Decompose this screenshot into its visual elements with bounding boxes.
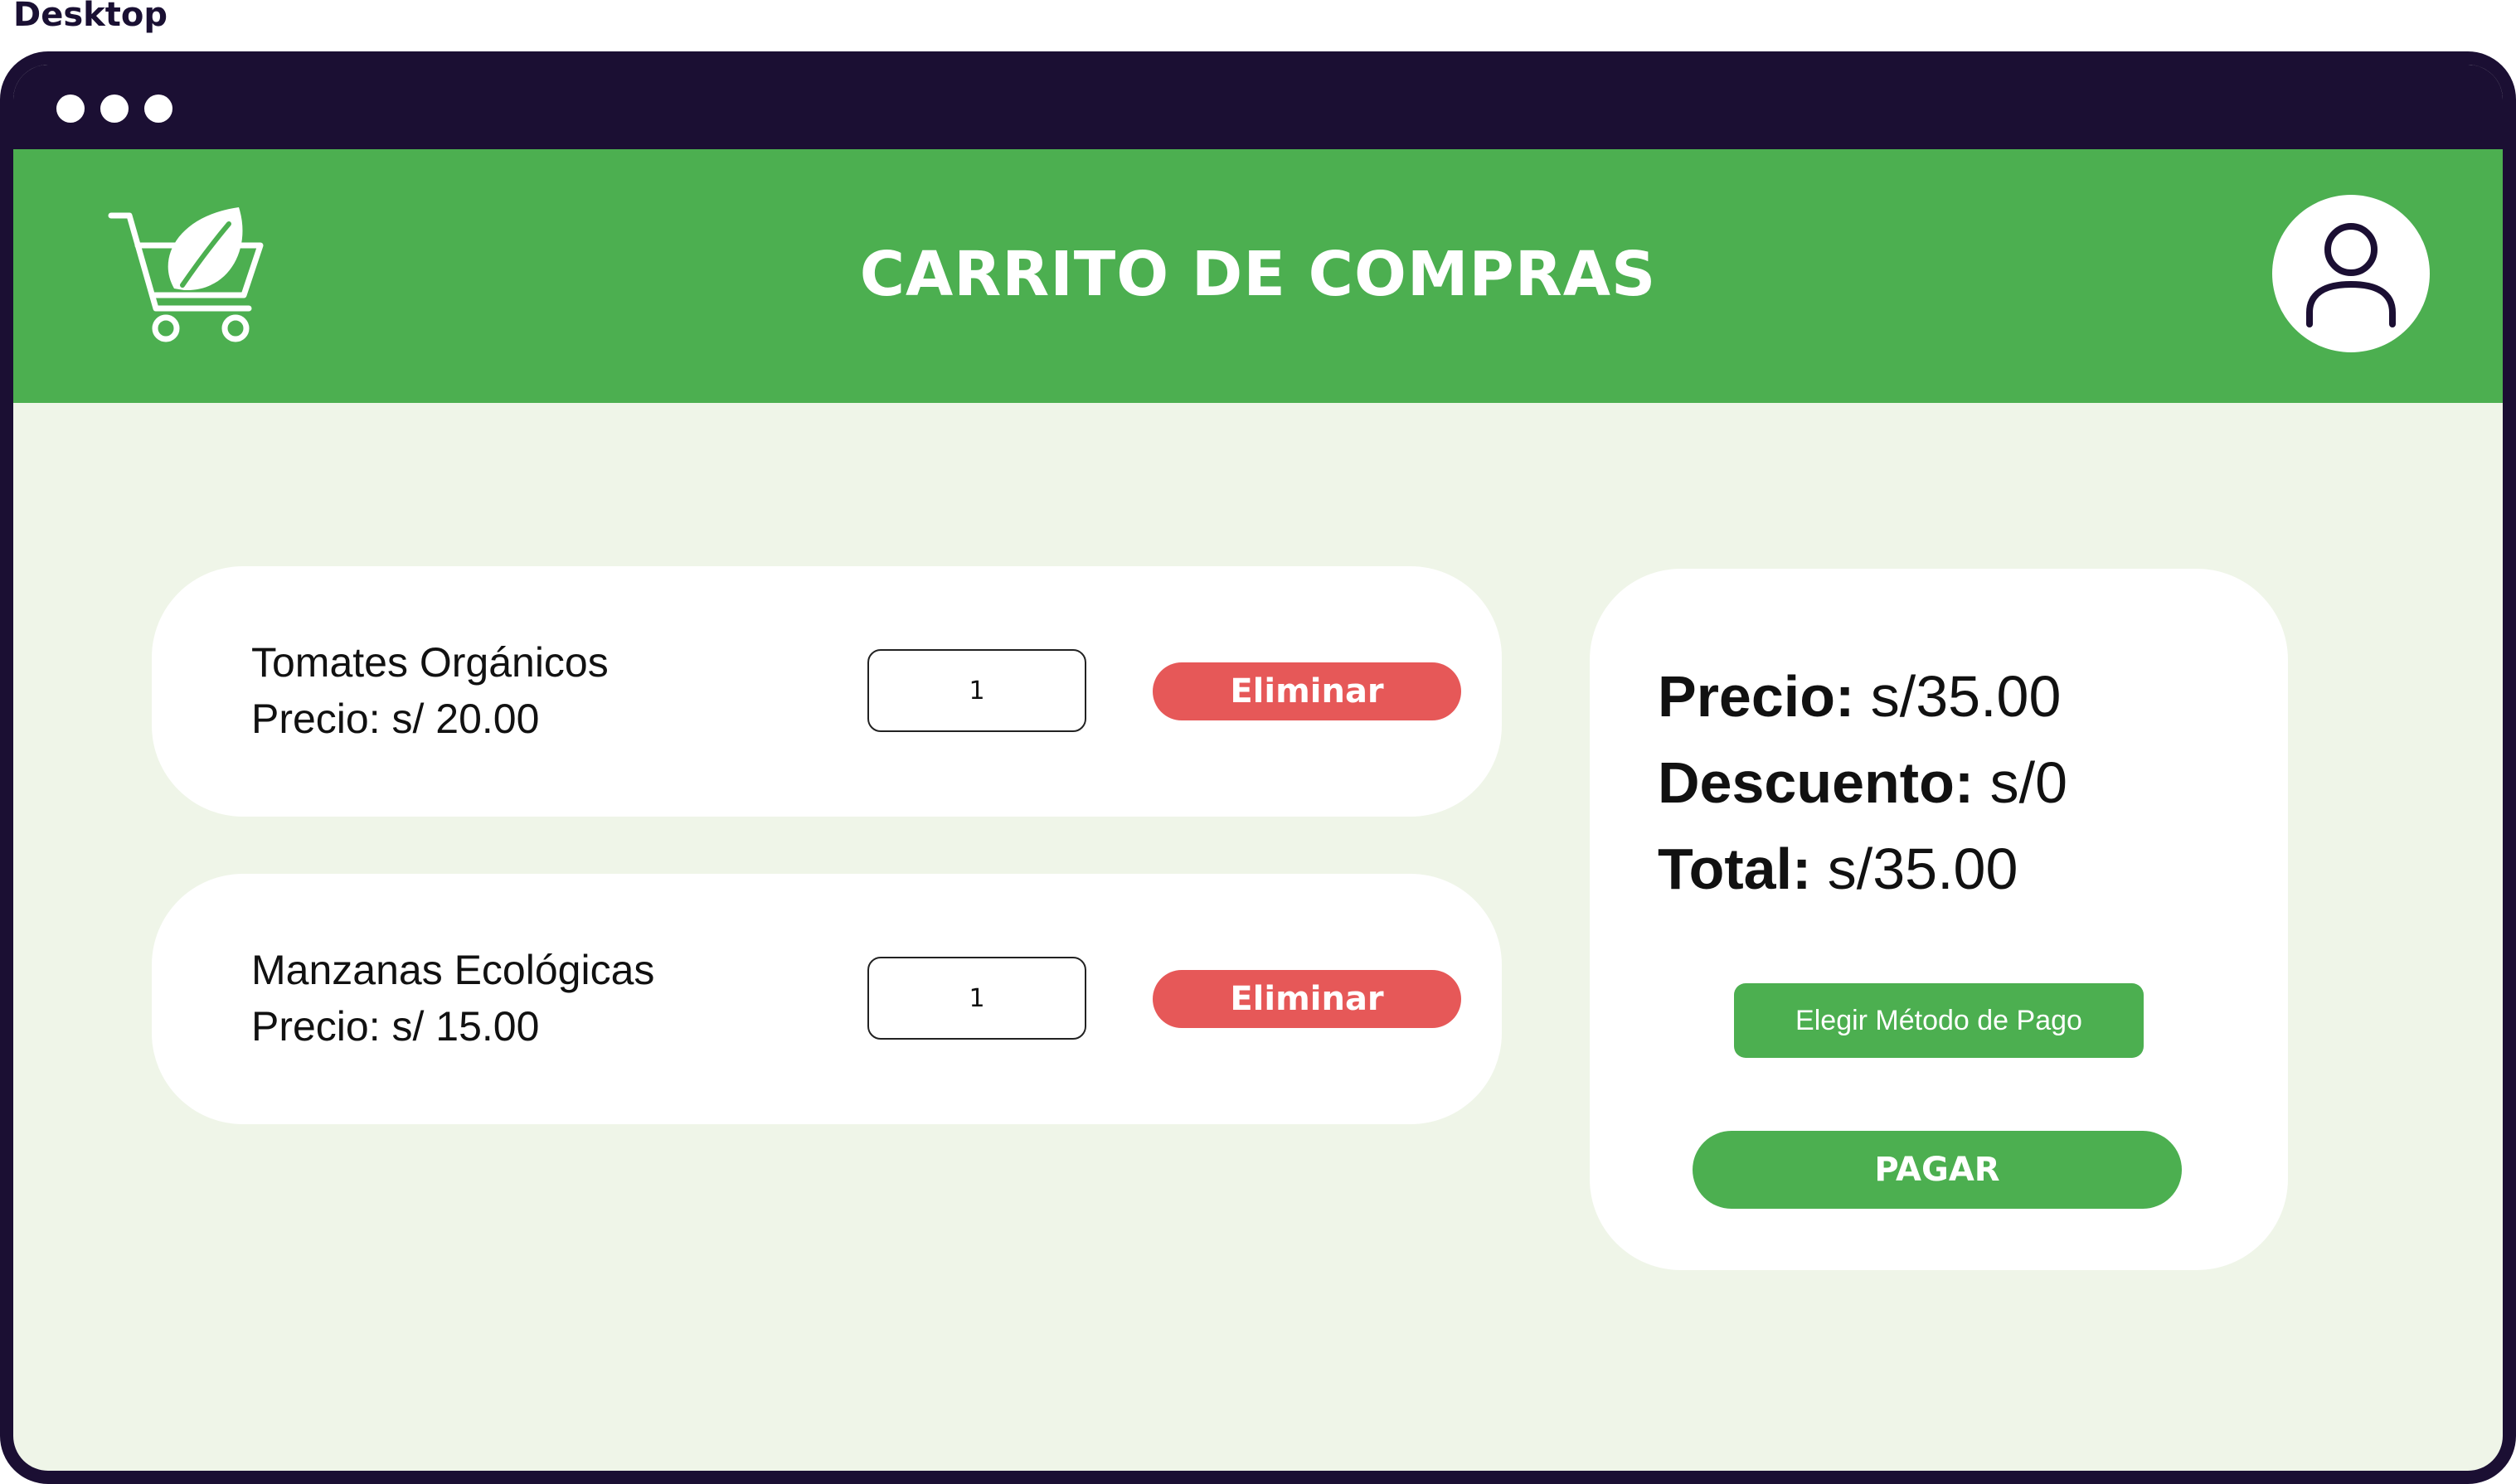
remove-button[interactable]: Eliminar [1153, 662, 1461, 720]
remove-button[interactable]: Eliminar [1153, 970, 1461, 1028]
window-dot-icon [144, 95, 172, 123]
cart-item: Manzanas Ecológicas Precio: s/ 15.00 Eli… [152, 874, 1502, 1124]
page-title: CARRITO DE COMPRAS [859, 239, 1657, 310]
item-name: Manzanas Ecológicas [251, 947, 655, 993]
quantity-input[interactable] [867, 649, 1086, 732]
window-title-bar [13, 65, 2503, 149]
cart-item: Tomates Orgánicos Precio: s/ 20.00 Elimi… [152, 566, 1502, 817]
user-icon [2306, 223, 2396, 327]
window-dot-icon [56, 95, 85, 123]
quantity-input[interactable] [867, 957, 1086, 1040]
summary-total-value: s/35.00 [1827, 837, 2018, 901]
browser-window: CARRITO DE COMPRAS Tomates Orgánicos Pre… [0, 51, 2516, 1484]
summary-price-label: Precio: [1658, 664, 1855, 729]
item-price: Precio: s/ 20.00 [251, 696, 540, 742]
pay-button[interactable]: PAGAR [1693, 1131, 2182, 1209]
user-avatar-button[interactable] [2272, 195, 2430, 352]
frame-label: Desktop [13, 0, 168, 34]
summary-price: Precio: s/35.00 [1658, 662, 2061, 731]
summary-discount: Descuento: s/0 [1658, 748, 2067, 817]
item-name: Tomates Orgánicos [251, 639, 609, 686]
payment-method-button[interactable]: Elegir Método de Pago [1734, 983, 2144, 1058]
window-dot-icon [100, 95, 129, 123]
summary-price-value: s/35.00 [1870, 664, 2062, 729]
summary-discount-label: Descuento: [1658, 750, 1974, 815]
item-price: Precio: s/ 15.00 [251, 1003, 540, 1050]
app-header: CARRITO DE COMPRAS [13, 149, 2503, 403]
summary-total: Total: s/35.00 [1658, 834, 2018, 904]
order-summary: Precio: s/35.00 Descuento: s/0 Total: s/… [1590, 569, 2288, 1270]
summary-total-label: Total: [1658, 837, 1812, 901]
summary-discount-value: s/0 [1989, 750, 2068, 815]
